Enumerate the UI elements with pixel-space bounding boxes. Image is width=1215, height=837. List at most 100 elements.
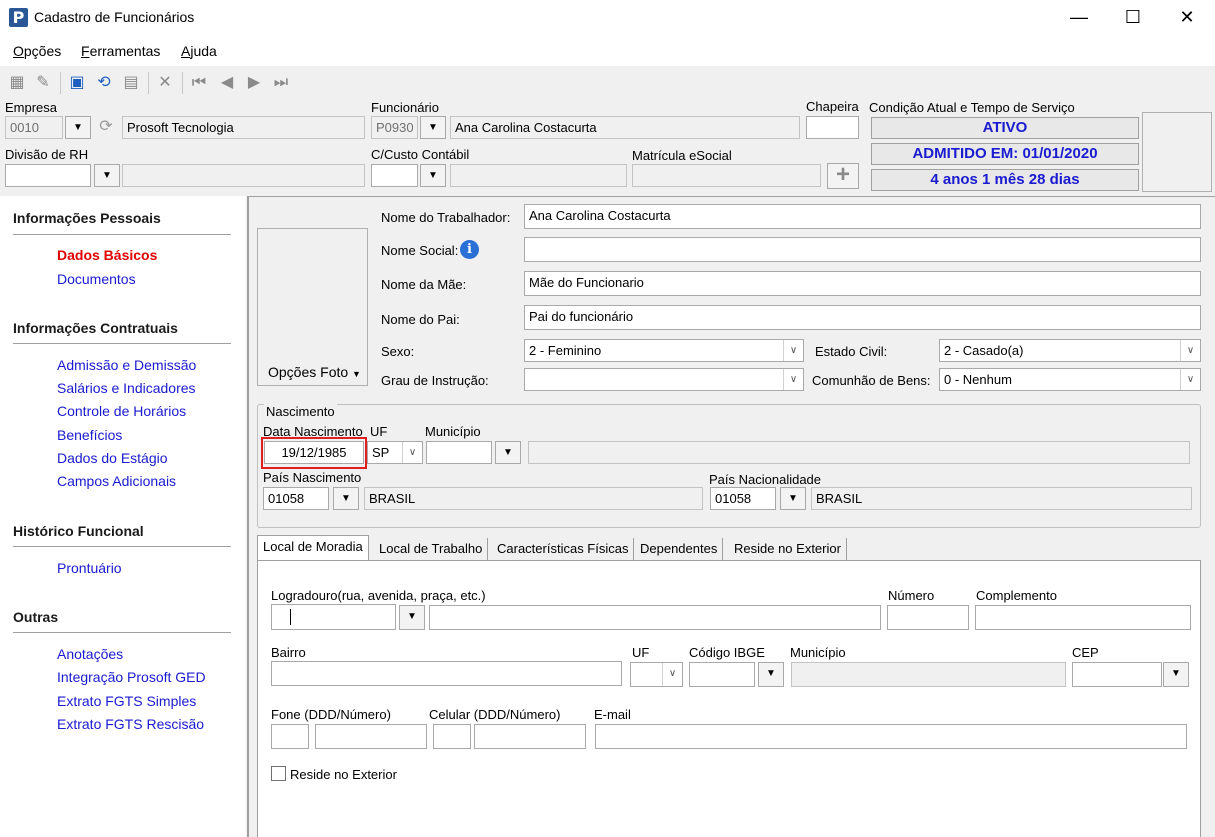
numero-field[interactable] (887, 605, 969, 630)
ccusto-field[interactable] (371, 164, 418, 187)
ccusto-name-field (450, 164, 627, 187)
celular-numero-field[interactable] (474, 724, 586, 749)
municipio-code-field[interactable] (426, 441, 492, 464)
nome-social-field[interactable] (524, 237, 1201, 262)
ibge-field[interactable] (689, 662, 755, 687)
reside-exterior-label: Reside no Exterior (290, 767, 397, 782)
pais-nascimento-code-field[interactable]: 01058 (263, 487, 329, 510)
funcionario-dropdown-button[interactable]: ▼ (420, 116, 446, 139)
municipio-dropdown-button[interactable]: ▼ (495, 441, 521, 464)
nav-dados-estagio[interactable]: Dados do Estágio (57, 450, 168, 466)
close-button[interactable]: ✕ (1164, 0, 1210, 34)
edit-icon[interactable]: ✎ (32, 72, 54, 94)
ibge-dropdown-button[interactable]: ▼ (758, 662, 784, 687)
refresh-icon[interactable]: ⟳ (95, 116, 117, 138)
delete-icon[interactable]: ✕ (154, 72, 176, 94)
maximize-button[interactable]: ☐ (1110, 0, 1156, 34)
tab-local-moradia[interactable]: Local de Moradia (257, 535, 369, 560)
photo-frame[interactable] (257, 228, 368, 386)
section-divider (13, 546, 231, 547)
matricula-label: Matrícula eSocial (632, 148, 732, 163)
menu-ajuda[interactable]: Ajuda (181, 43, 217, 59)
toolbar-separator (182, 72, 183, 94)
nome-social-label: Nome Social: (381, 243, 459, 258)
nav-prontuario[interactable]: Prontuário (57, 560, 122, 576)
nav-admissao-demissao[interactable]: Admissão e Demissão (57, 357, 196, 373)
undo-icon[interactable]: ⟲ (93, 72, 115, 94)
matricula-field[interactable] (632, 164, 821, 187)
nav-integracao-ged[interactable]: Integração Prosoft GED (57, 669, 206, 685)
divisao-label: Divisão de RH (5, 147, 89, 162)
new-icon[interactable]: ▦ (6, 72, 28, 94)
nav-extrato-fgts-rescisao[interactable]: Extrato FGTS Rescisão (57, 716, 204, 732)
funcionario-code-field[interactable]: P0930 (371, 116, 418, 139)
nome-trabalhador-field[interactable]: Ana Carolina Costacurta (524, 204, 1201, 229)
ibge-label: Código IBGE (689, 645, 765, 660)
divisao-field[interactable] (5, 164, 91, 187)
cep-field[interactable] (1072, 662, 1162, 687)
pais-nacionalidade-name-field: BRASIL (811, 487, 1192, 510)
logradouro-tipo-field[interactable] (271, 604, 396, 630)
nome-trabalhador-label: Nome do Trabalhador: (381, 210, 511, 225)
nav-documentos[interactable]: Documentos (57, 271, 136, 287)
info-icon[interactable]: i (460, 240, 479, 259)
estado-civil-select[interactable]: 2 - Casado(a) ∨ (939, 339, 1201, 362)
empresa-code-field[interactable]: 0010 (5, 116, 63, 139)
ccusto-dropdown-button[interactable]: ▼ (420, 164, 446, 187)
chapeira-field[interactable] (806, 116, 859, 139)
logradouro-field[interactable] (429, 605, 881, 630)
tab-local-trabalho[interactable]: Local de Trabalho (374, 538, 489, 560)
minimize-button[interactable]: — (1056, 0, 1102, 34)
menu-label: erramentas (89, 43, 161, 59)
first-icon[interactable]: ⏮ (188, 72, 210, 94)
empresa-dropdown-button[interactable]: ▼ (65, 116, 91, 139)
section-divider (13, 343, 231, 344)
moradia-uf-select[interactable]: ∨ (630, 662, 683, 687)
estado-civil-label: Estado Civil: (815, 344, 888, 359)
prev-icon[interactable]: ◀ (216, 72, 238, 94)
nav-extrato-fgts-simples[interactable]: Extrato FGTS Simples (57, 693, 196, 709)
tab-dependentes[interactable]: Dependentes (635, 538, 724, 560)
reside-exterior-checkbox[interactable] (271, 766, 286, 781)
save-icon[interactable]: ▣ (66, 72, 88, 94)
complemento-field[interactable] (975, 605, 1191, 630)
cep-dropdown-button[interactable]: ▼ (1163, 662, 1189, 687)
fone-numero-field[interactable] (315, 724, 427, 749)
nav-controle-horarios[interactable]: Controle de Horários (57, 403, 186, 419)
photo-options-button[interactable]: Opções Foto ▼ (268, 364, 361, 380)
comunhao-select[interactable]: 0 - Nenhum ∨ (939, 368, 1201, 391)
pais-nacionalidade-dropdown-button[interactable]: ▼ (780, 487, 806, 510)
tab-caracteristicas-fisicas[interactable]: Características Físicas (492, 538, 635, 560)
nav-dados-basicos[interactable]: Dados Básicos (57, 247, 157, 263)
celular-ddd-field[interactable] (433, 724, 471, 749)
pais-nascimento-dropdown-button[interactable]: ▼ (333, 487, 359, 510)
logradouro-tipo-dropdown-button[interactable]: ▼ (399, 605, 425, 630)
nav-beneficios[interactable]: Benefícios (57, 427, 122, 443)
pais-nacionalidade-label: País Nacionalidade (709, 472, 822, 487)
nav-anotacoes[interactable]: Anotações (57, 646, 123, 662)
fone-ddd-field[interactable] (271, 724, 309, 749)
tab-reside-exterior[interactable]: Reside no Exterior (729, 538, 847, 560)
nav-campos-adicionais[interactable]: Campos Adicionais (57, 473, 176, 489)
last-icon[interactable]: ⏭ (270, 72, 292, 94)
add-plus-icon[interactable]: + (827, 163, 859, 189)
section-divider (13, 234, 231, 235)
next-icon[interactable]: ▶ (243, 72, 265, 94)
toolbar-separator (60, 72, 61, 94)
service-time-badge: 4 anos 1 mês 28 dias (871, 169, 1139, 191)
section-outras: Outras (13, 609, 59, 625)
sexo-select[interactable]: 2 - Feminino ∨ (524, 339, 804, 362)
data-nascimento-field[interactable]: 19/12/1985 (264, 441, 364, 464)
menu-ferramentas[interactable]: Ferramentas (81, 43, 160, 59)
grau-instrucao-select[interactable]: ∨ (524, 368, 804, 391)
nome-pai-field[interactable]: Pai do funcionário (524, 305, 1201, 330)
pais-nacionalidade-code-field[interactable]: 01058 (710, 487, 776, 510)
bairro-field[interactable] (271, 661, 622, 686)
nome-mae-field[interactable]: Mãe do Funcionario (524, 271, 1201, 296)
nav-salarios-indicadores[interactable]: Salários e Indicadores (57, 380, 196, 396)
divisao-dropdown-button[interactable]: ▼ (94, 164, 120, 187)
print-icon[interactable]: ▤ (120, 72, 142, 94)
email-field[interactable] (595, 724, 1187, 749)
uf-select[interactable]: SP ∨ (367, 441, 423, 464)
menu-opcoes[interactable]: Opções (13, 43, 61, 59)
